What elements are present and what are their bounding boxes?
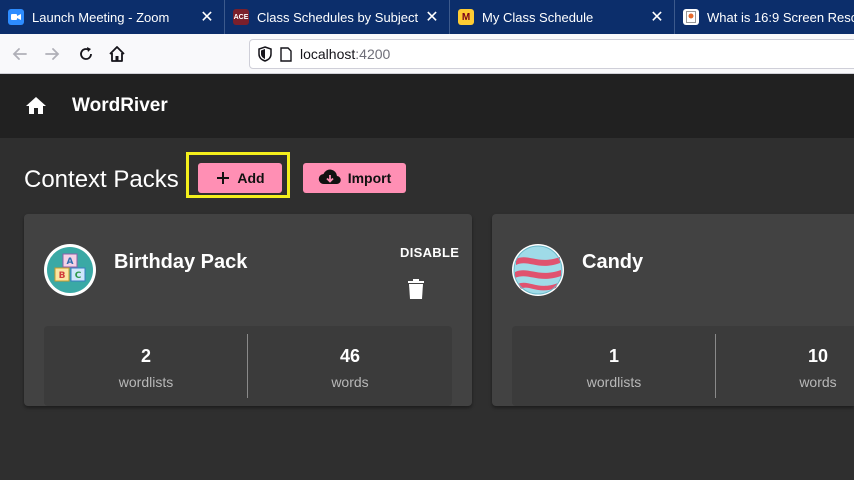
tab-title: Launch Meeting - Zoom [32, 9, 170, 25]
wordlists-count: 2 [140, 346, 151, 366]
tab-my-class-schedule[interactable]: M My Class Schedule ✕ [450, 0, 675, 34]
pack-stats: 2 wordlists 46 words [44, 326, 452, 406]
back-arrow-icon [12, 48, 27, 60]
home-button[interactable] [103, 40, 131, 68]
svg-text:B: B [59, 271, 66, 281]
umn-icon: M [458, 9, 474, 25]
forward-button[interactable] [38, 40, 66, 68]
pack-stats: 1 wordlists 10 words [512, 326, 854, 406]
wordlists-label: wordlists [586, 374, 642, 390]
zoom-icon [8, 9, 24, 25]
words-stat: 46 words [248, 326, 452, 406]
tab-title: My Class Schedule [482, 9, 594, 25]
context-pack-card[interactable]: Candy 1 wordlists 10 words [492, 214, 854, 406]
candy-icon [512, 244, 564, 296]
app-title[interactable]: WordRiver [72, 95, 168, 117]
abc-blocks-icon: A B C [44, 244, 96, 296]
document-icon [683, 9, 699, 25]
reload-button[interactable] [72, 40, 100, 68]
ace-icon: ACE [233, 9, 249, 25]
pack-name: Candy [582, 251, 644, 273]
url-host: localhost [300, 46, 356, 62]
tab-title: What is 16:9 Screen Resolutio [707, 9, 854, 25]
tab-zoom[interactable]: Launch Meeting - Zoom ✕ [0, 0, 225, 34]
wordlists-label: wordlists [118, 374, 174, 390]
pack-name: Birthday Pack [114, 251, 248, 273]
add-button[interactable]: Add [198, 163, 282, 193]
trash-icon[interactable] [407, 278, 425, 300]
svg-text:C: C [75, 271, 82, 281]
words-label: words [331, 374, 369, 390]
svg-text:A: A [67, 257, 74, 267]
page-icon [280, 46, 292, 62]
close-icon[interactable]: ✕ [196, 6, 218, 28]
cloud-download-icon [318, 169, 342, 187]
app-toolbar: WordRiver [0, 74, 854, 138]
browser-tab-bar: Launch Meeting - Zoom ✕ ACE Class Schedu… [0, 0, 854, 34]
forward-arrow-icon [45, 48, 60, 60]
import-button-label: Import [347, 170, 392, 186]
tab-screen-resolution[interactable]: What is 16:9 Screen Resolutio [675, 0, 854, 34]
url-port: :4200 [355, 46, 391, 62]
words-label: words [799, 374, 837, 390]
wordlists-count: 1 [608, 346, 619, 366]
home-icon [109, 46, 125, 62]
words-count: 46 [339, 346, 361, 366]
page-title: Context Packs [24, 166, 179, 193]
words-count: 10 [807, 346, 829, 366]
tab-title: Class Schedules by Subject [257, 9, 419, 25]
close-icon[interactable]: ✕ [646, 6, 668, 28]
shield-icon[interactable] [258, 46, 272, 62]
wordlists-stat: 1 wordlists [512, 326, 716, 406]
browser-nav-bar: localhost:4200 [0, 34, 854, 74]
url-bar[interactable]: localhost:4200 [249, 39, 854, 69]
wordlists-stat: 2 wordlists [44, 326, 248, 406]
add-button-label: Add [237, 170, 265, 186]
back-button[interactable] [6, 40, 34, 68]
import-button[interactable]: Import [303, 163, 406, 193]
context-pack-card[interactable]: A B C Birthday Pack DISABLE 2 wordlists … [24, 214, 472, 406]
disable-button[interactable]: DISABLE [400, 245, 459, 260]
home-icon[interactable] [24, 94, 48, 118]
tab-class-schedules[interactable]: ACE Class Schedules by Subject ✕ [225, 0, 450, 34]
reload-icon [80, 47, 92, 60]
plus-icon [215, 170, 231, 186]
words-stat: 10 words [716, 326, 854, 406]
close-icon[interactable]: ✕ [421, 6, 443, 28]
